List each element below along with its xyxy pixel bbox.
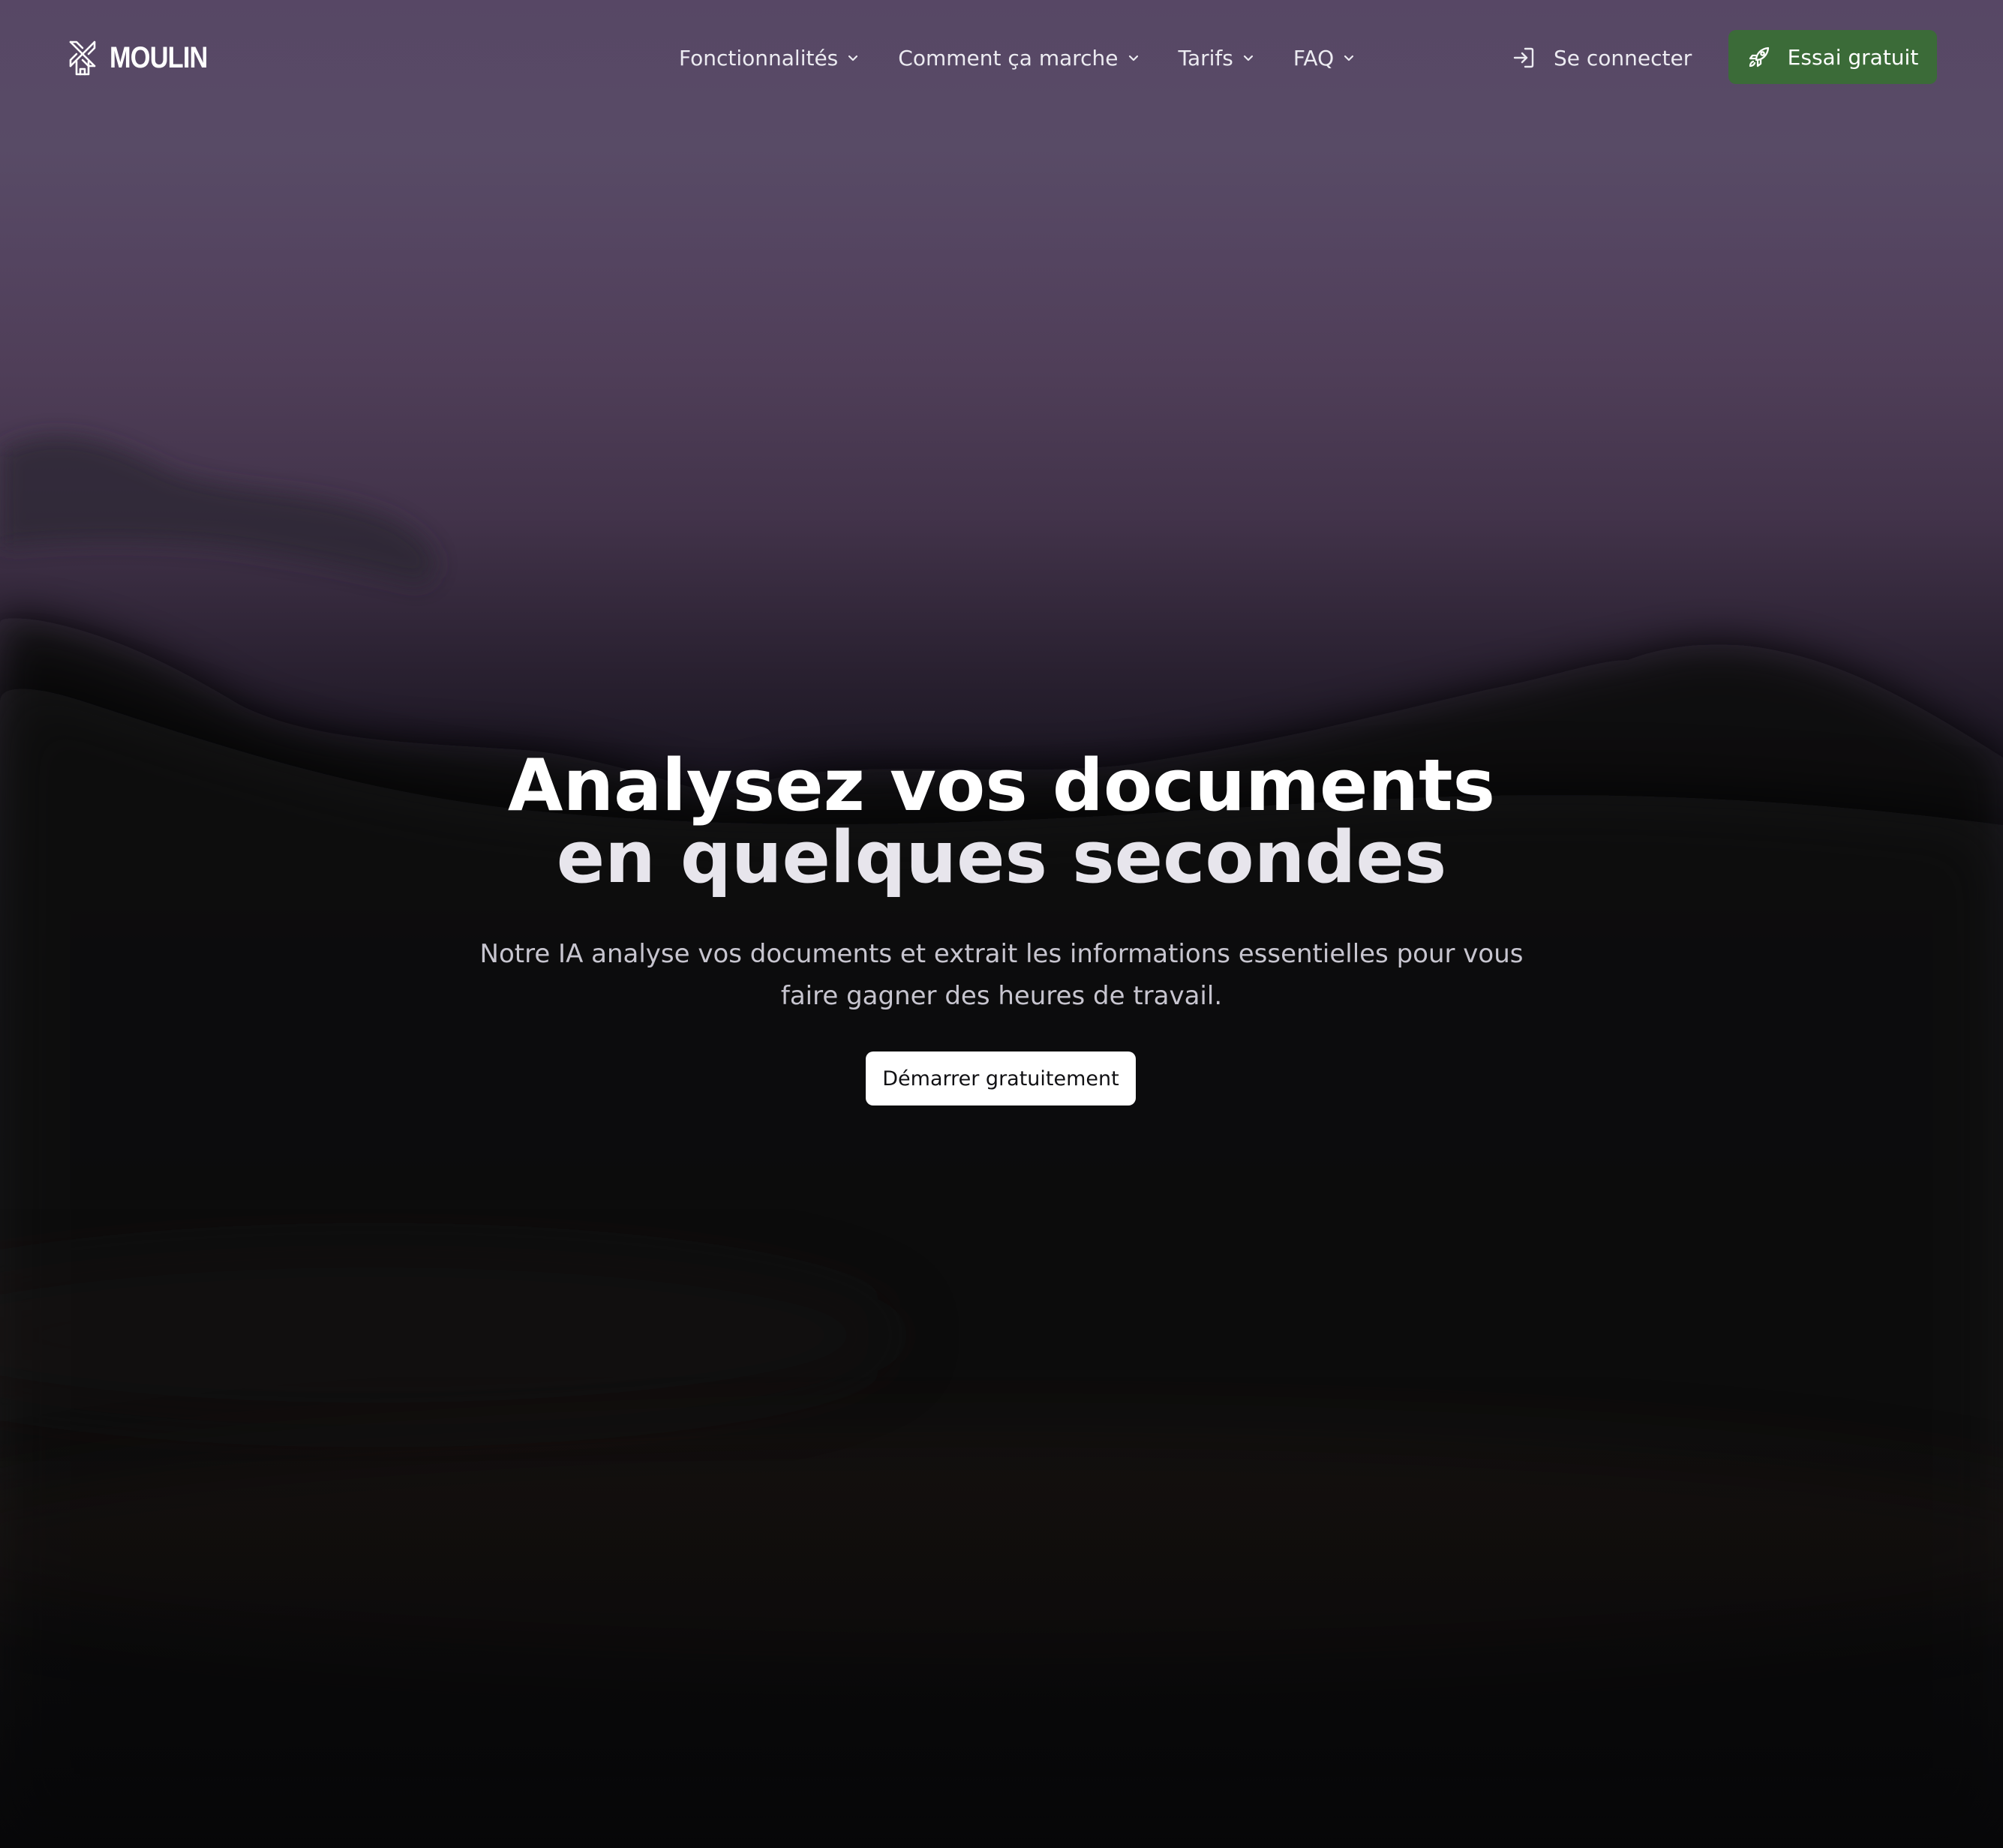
main-menu: Fonctionnalités Comment ça marche Tarifs… bbox=[679, 38, 1355, 78]
hero-title-line-2: en quelques secondes bbox=[556, 817, 1447, 899]
hero-subtitle: Notre IA analyse vos documents et extrai… bbox=[479, 939, 1524, 1011]
start-free-label: Démarrer gratuitement bbox=[882, 1066, 1119, 1090]
menu-item-label: Tarifs bbox=[1178, 45, 1233, 70]
sign-in-icon bbox=[1513, 47, 1534, 68]
chevron-down-icon bbox=[1243, 55, 1253, 62]
free-trial-button[interactable]: Essai gratuit bbox=[1728, 30, 1937, 84]
landing-page: MOULIN Fonctionnalités Comment ça marche… bbox=[0, 0, 2003, 1848]
background-clouds-image bbox=[0, 436, 2003, 1848]
menu-item-comment-ca-marche[interactable]: Comment ça marche bbox=[898, 46, 1139, 70]
chevron-down-icon bbox=[1128, 55, 1138, 62]
login-label: Se connecter bbox=[1554, 45, 1692, 70]
chevron-down-icon bbox=[848, 55, 858, 62]
rocket-icon bbox=[1749, 46, 1769, 68]
hero-title-line-1: Analysez vos documents bbox=[507, 745, 1496, 827]
menu-item-fonctionnalites[interactable]: Fonctionnalités bbox=[679, 46, 859, 70]
chevron-down-icon bbox=[1344, 55, 1354, 62]
menu-item-label: Fonctionnalités bbox=[679, 45, 839, 70]
menu-item-faq[interactable]: FAQ bbox=[1293, 46, 1355, 70]
windmill-icon bbox=[69, 40, 96, 76]
login-link[interactable]: Se connecter bbox=[1512, 38, 1692, 78]
menu-item-tarifs[interactable]: Tarifs bbox=[1179, 46, 1254, 70]
brand-name: MOULIN bbox=[110, 40, 208, 74]
hero-title: Analysez vos documents en quelques secon… bbox=[251, 750, 1752, 894]
menu-item-label: Comment ça marche bbox=[898, 45, 1119, 70]
top-navigation: MOULIN Fonctionnalités Comment ça marche… bbox=[0, 0, 2003, 114]
menu-item-label: FAQ bbox=[1293, 45, 1335, 70]
free-trial-label: Essai gratuit bbox=[1787, 44, 1919, 70]
brand-logo-link[interactable]: MOULIN bbox=[66, 38, 224, 78]
start-free-button[interactable]: Démarrer gratuitement bbox=[866, 1052, 1136, 1106]
